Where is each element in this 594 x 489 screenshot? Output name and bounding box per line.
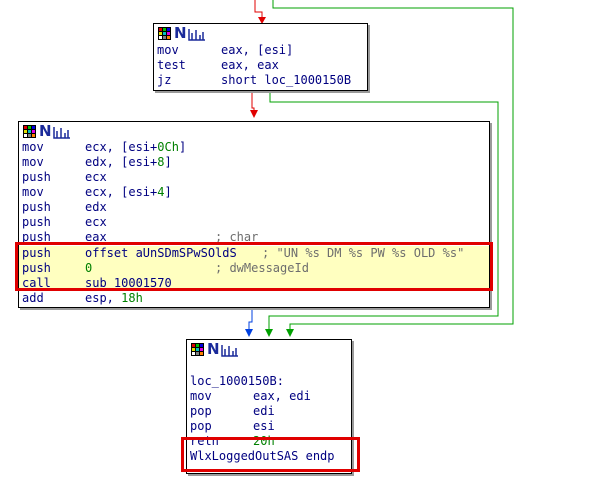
annotation-box-call <box>15 242 493 291</box>
operand: ecx <box>85 170 107 184</box>
operand: ecx, [esi+4] <box>85 185 172 200</box>
operand-part: edx, [esi+ <box>85 155 158 169</box>
mnemonic: mov <box>22 155 44 169</box>
mnemonic: push <box>22 200 51 214</box>
operand: edx <box>85 200 107 214</box>
mnemonic: mov <box>157 43 179 57</box>
color-palette-icon[interactable] <box>158 27 171 40</box>
mnemonic: mov <box>190 389 212 403</box>
code-block-1[interactable]: N mov eax, [esi] test eax, eax jz short loc… <box>153 23 368 91</box>
operand: ecx <box>85 215 107 229</box>
mnemonic: pop <box>190 404 212 418</box>
operand: esp, 18h <box>85 291 143 306</box>
operand: short loc_1000150B <box>221 73 352 87</box>
operand-part: ecx, [esi+ <box>85 185 158 199</box>
operand: eax, edi <box>253 389 311 403</box>
edge-top-incoming <box>254 0 263 22</box>
operand-part: ] <box>178 140 187 154</box>
block-header: N <box>19 122 489 142</box>
arrow-head <box>245 329 253 337</box>
edge-block1-to-block2 <box>251 89 255 113</box>
mnemonic: pop <box>190 419 212 433</box>
node-n-icon[interactable]: N <box>174 24 187 42</box>
block-header: N <box>154 24 367 44</box>
mnemonic: add <box>22 291 44 305</box>
mnemonic: mov <box>22 185 44 199</box>
node-n-icon[interactable]: N <box>39 122 52 140</box>
graph-view-icon[interactable] <box>221 344 239 357</box>
arrow-head <box>286 329 294 337</box>
mnemonic: jz <box>157 73 172 87</box>
mnemonic: push <box>22 170 51 184</box>
edge-block2-to-block3 <box>248 306 253 333</box>
operand: eax, [esi] <box>221 43 294 57</box>
mnemonic: push <box>22 215 51 229</box>
operand-part: ] <box>164 185 172 199</box>
graph-view-icon[interactable] <box>188 28 206 41</box>
operand-part: ecx, [esi+ <box>85 140 158 154</box>
mnemonic: test <box>157 58 186 72</box>
operand: ecx, [esi+0Ch] <box>85 140 186 155</box>
graph-canvas[interactable]: N mov eax, [esi] test eax, eax jz short loc… <box>0 0 594 489</box>
annotation-box-endp <box>181 437 360 472</box>
color-palette-icon[interactable] <box>191 343 204 356</box>
operand-part: ] <box>164 155 172 169</box>
operand-number: 0Ch <box>157 140 179 154</box>
block-header: N <box>187 340 351 360</box>
operand: edi <box>253 404 275 418</box>
mnemonic: mov <box>22 140 44 154</box>
graph-view-icon[interactable] <box>53 126 71 139</box>
label-text: loc_1000150B: <box>190 374 284 388</box>
operand: edx, [esi+8] <box>85 155 172 170</box>
operand-part: esp, <box>85 291 122 305</box>
arrow-head <box>265 329 273 337</box>
color-palette-icon[interactable] <box>23 125 36 138</box>
operand-number: 18h <box>121 291 143 305</box>
operand: esi <box>253 419 275 433</box>
arrow-head <box>250 110 258 118</box>
operand: eax, eax <box>221 58 279 72</box>
node-n-icon[interactable]: N <box>207 340 220 358</box>
